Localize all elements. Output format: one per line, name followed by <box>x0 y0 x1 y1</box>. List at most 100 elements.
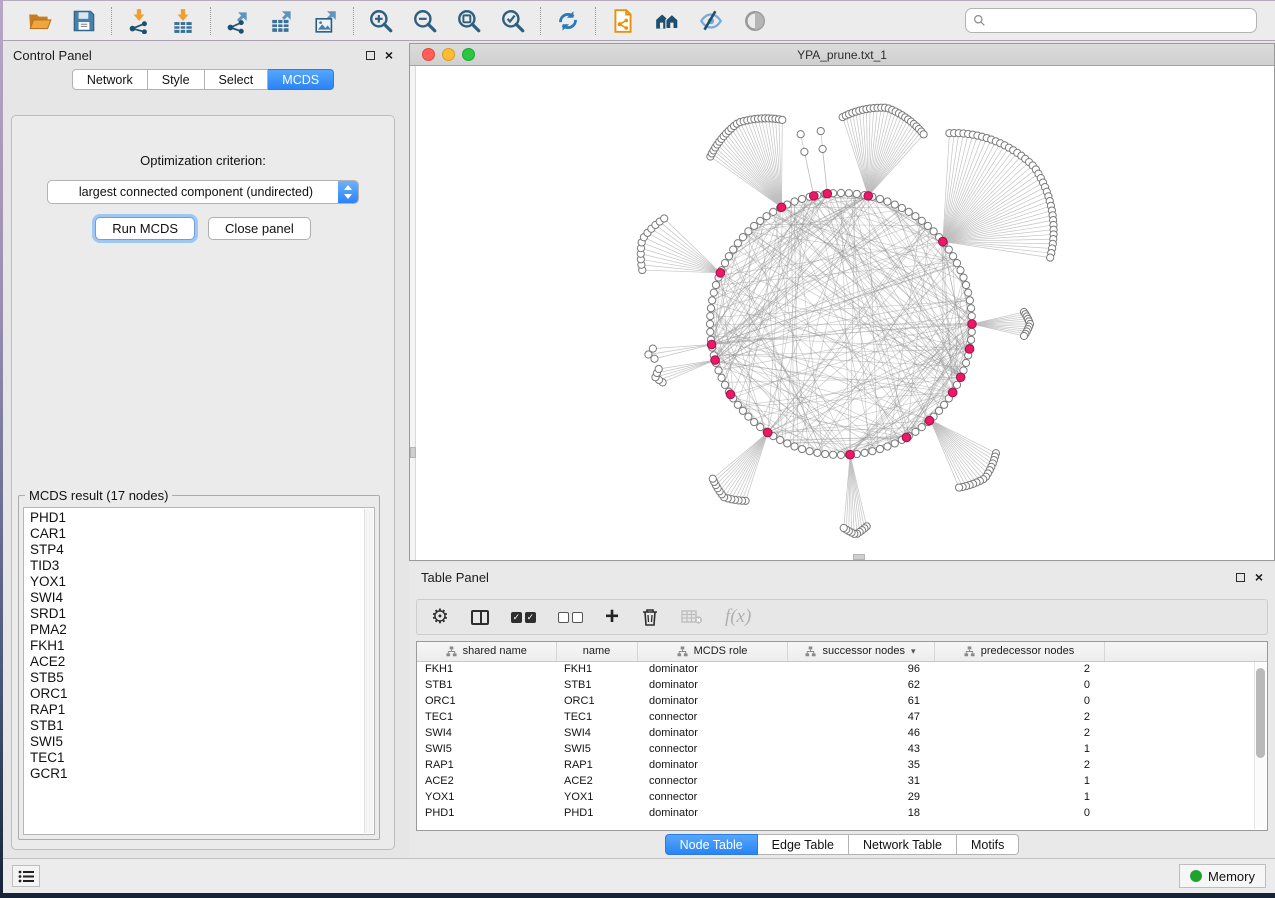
tab-mcds[interactable]: MCDS <box>268 69 334 90</box>
network-node[interactable] <box>822 450 829 457</box>
zoom-selected-icon[interactable] <box>498 6 528 36</box>
table-row[interactable]: RAP1RAP1dominator352 <box>417 757 1267 773</box>
network-node[interactable] <box>707 312 714 319</box>
network-node[interactable] <box>924 222 931 229</box>
network-node[interactable] <box>751 418 758 425</box>
select-all-icon[interactable]: ✓✓ <box>511 604 536 630</box>
network-node[interactable] <box>817 127 824 134</box>
network-node[interactable] <box>707 305 714 312</box>
close-window-icon[interactable] <box>422 48 435 61</box>
hide-details-icon[interactable] <box>696 6 726 36</box>
deselect-all-icon[interactable] <box>558 604 583 630</box>
network-window-titlebar[interactable]: YPA_prune.txt_1 <box>410 44 1274 66</box>
zoom-in-icon[interactable] <box>366 6 396 36</box>
network-node[interactable] <box>920 131 927 138</box>
table-row[interactable]: TEC1TEC1connector472 <box>417 709 1267 725</box>
delete-table-icon[interactable] <box>681 604 703 630</box>
network-node[interactable] <box>806 448 813 455</box>
split-columns-icon[interactable] <box>471 604 489 630</box>
search-input[interactable] <box>991 14 1249 28</box>
mcds-result-item[interactable]: RAP1 <box>30 702 374 718</box>
table-row[interactable]: SWI4SWI4dominator462 <box>417 725 1267 741</box>
network-node[interactable] <box>898 204 905 211</box>
mcds-node[interactable] <box>902 433 911 442</box>
close-table-panel-icon[interactable]: × <box>1255 573 1263 582</box>
network-node[interactable] <box>967 336 974 343</box>
network-node[interactable] <box>734 240 741 247</box>
network-canvas[interactable] <box>410 66 1274 560</box>
mcds-node[interactable] <box>716 269 725 278</box>
tab-motifs[interactable]: Motifs <box>957 834 1019 855</box>
mcds-node[interactable] <box>948 388 957 397</box>
zoom-out-icon[interactable] <box>410 6 440 36</box>
network-node[interactable] <box>945 246 952 253</box>
network-node[interactable] <box>734 401 741 408</box>
network-node[interactable] <box>784 440 791 447</box>
import-network-icon[interactable] <box>124 6 154 36</box>
network-node[interactable] <box>918 217 925 224</box>
network-node[interactable] <box>730 246 737 253</box>
network-node[interactable] <box>966 297 973 304</box>
gear-icon[interactable]: ⚙ <box>431 604 449 630</box>
network-node[interactable] <box>912 213 919 220</box>
tab-style[interactable]: Style <box>148 69 205 90</box>
mcds-result-item[interactable]: CAR1 <box>30 526 374 542</box>
export-table-icon[interactable] <box>267 6 297 36</box>
network-node[interactable] <box>739 407 746 414</box>
mcds-node[interactable] <box>925 416 934 425</box>
mcds-result-item[interactable]: ORC1 <box>30 686 374 702</box>
network-node[interactable] <box>840 524 847 531</box>
column-header-name[interactable]: name <box>556 642 637 661</box>
network-node[interactable] <box>1047 254 1054 261</box>
homes-icon[interactable] <box>652 6 682 36</box>
task-list-icon[interactable] <box>12 865 40 887</box>
network-node[interactable] <box>655 365 662 372</box>
export-network-icon[interactable] <box>223 6 253 36</box>
mcds-result-item[interactable]: TID3 <box>30 558 374 574</box>
network-node[interactable] <box>745 228 752 235</box>
network-vertical-scroll-thumb[interactable] <box>410 447 416 458</box>
table-row[interactable]: STB1STB1dominator620 <box>417 677 1267 693</box>
network-node[interactable] <box>837 451 844 458</box>
table-row[interactable]: FKH1FKH1dominator962 <box>417 661 1267 677</box>
run-mcds-button[interactable]: Run MCDS <box>95 217 195 240</box>
network-graph[interactable] <box>410 66 1274 560</box>
network-node[interactable] <box>884 443 891 450</box>
mcds-result-item[interactable]: SWI5 <box>30 734 374 750</box>
network-node[interactable] <box>962 359 969 366</box>
network-node[interactable] <box>706 320 713 327</box>
network-node[interactable] <box>967 305 974 312</box>
network-node[interactable] <box>962 281 969 288</box>
network-node[interactable] <box>918 424 925 431</box>
table-row[interactable]: PHD1PHD1dominator180 <box>417 805 1267 821</box>
network-node[interactable] <box>891 201 898 208</box>
network-node[interactable] <box>798 445 805 452</box>
network-node[interactable] <box>905 208 912 215</box>
mcds-node[interactable] <box>763 428 772 437</box>
network-node[interactable] <box>814 449 821 456</box>
mcds-node[interactable] <box>809 192 818 201</box>
mcds-result-item[interactable]: GCR1 <box>30 766 374 782</box>
mcds-result-item[interactable]: SRD1 <box>30 606 374 622</box>
open-file-icon[interactable] <box>25 6 55 36</box>
mcds-result-item[interactable]: STB1 <box>30 718 374 734</box>
mcds-result-item[interactable]: STP4 <box>30 542 374 558</box>
maximize-window-icon[interactable] <box>462 48 475 61</box>
network-node[interactable] <box>797 131 804 138</box>
tab-node-table[interactable]: Node Table <box>665 834 758 855</box>
network-node[interactable] <box>861 449 868 456</box>
table-row[interactable]: SWI5SWI5connector431 <box>417 741 1267 757</box>
network-node[interactable] <box>757 217 764 224</box>
network-node[interactable] <box>798 195 805 202</box>
mcds-result-item[interactable]: ACE2 <box>30 654 374 670</box>
function-builder-icon[interactable]: f(x) <box>725 604 751 630</box>
network-node[interactable] <box>649 345 656 352</box>
float-table-panel-icon[interactable] <box>1236 573 1245 582</box>
table-row[interactable]: ACE2ACE2connector311 <box>417 773 1267 789</box>
network-node[interactable] <box>779 116 786 123</box>
network-node[interactable] <box>721 260 728 267</box>
network-horizontal-scroll-thumb[interactable] <box>853 554 865 560</box>
network-node[interactable] <box>884 198 891 205</box>
close-panel-icon[interactable]: × <box>385 51 393 60</box>
table-row[interactable]: YOX1YOX1connector291 <box>417 789 1267 805</box>
